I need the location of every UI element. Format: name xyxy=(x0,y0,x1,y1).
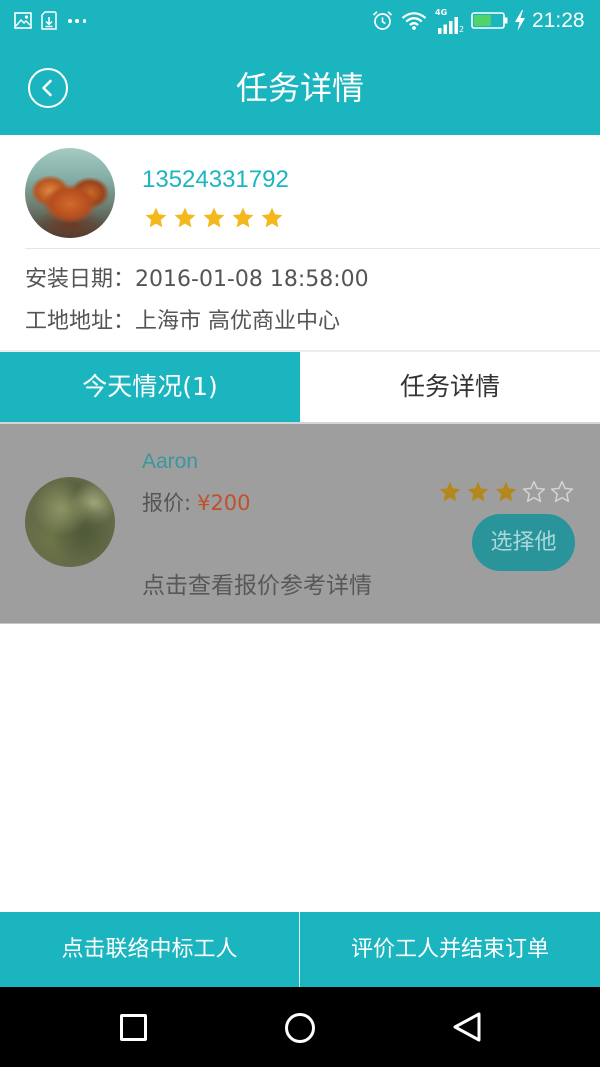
signal-bars-icon xyxy=(438,17,458,34)
status-bar: 4G 2 21:28 xyxy=(0,0,600,42)
client-avatar xyxy=(25,148,115,238)
tab-bar: 今天情况(1) 任务详情 xyxy=(0,352,600,424)
star-filled-icon xyxy=(174,207,196,228)
system-nav-bar xyxy=(0,987,600,1067)
quote-details-link[interactable]: 点击查看报价参考详情 xyxy=(142,571,372,601)
worker-price-row: 报价: ¥200 xyxy=(142,490,251,516)
select-worker-button[interactable]: 选择他 xyxy=(472,514,575,571)
tab-task-details[interactable]: 任务详情 xyxy=(300,352,600,422)
worker-rating-stars xyxy=(438,480,574,504)
client-info-section: 13524331792 安装日期：2016-01-08 18:58:00 工地地… xyxy=(0,135,600,352)
install-date-value: 2016-01-08 18:58:00 xyxy=(135,267,369,292)
chevron-left-icon xyxy=(42,79,52,97)
star-empty-icon xyxy=(522,480,546,503)
install-date-label: 安装日期： xyxy=(25,267,136,292)
worker-avatar[interactable] xyxy=(25,477,115,567)
status-time: 21:28 xyxy=(532,9,585,32)
price-value: ¥200 xyxy=(197,491,251,515)
battery-level-fill xyxy=(474,15,491,26)
sd-card-download-icon xyxy=(41,11,57,30)
client-rating-stars xyxy=(144,205,284,231)
back-button[interactable] xyxy=(28,68,68,108)
install-date-row: 安装日期：2016-01-08 18:58:00 xyxy=(25,266,369,294)
star-filled-icon xyxy=(467,481,489,502)
back-triangle-icon[interactable] xyxy=(451,1011,483,1043)
more-notifications-icon xyxy=(68,19,86,23)
site-address-row: 工地地址：上海市 高优商业中心 xyxy=(25,308,340,336)
star-filled-icon xyxy=(495,481,517,502)
star-empty-icon xyxy=(550,480,574,503)
recent-apps-square-icon[interactable] xyxy=(120,1014,147,1041)
sim-slot-label: 2 xyxy=(459,25,465,34)
site-address-label: 工地地址： xyxy=(25,309,136,334)
star-filled-icon xyxy=(232,207,254,228)
star-filled-icon xyxy=(439,481,461,502)
alarm-clock-icon xyxy=(372,11,393,30)
battery-icon xyxy=(471,12,508,29)
star-filled-icon xyxy=(261,207,283,228)
worker-name: Aaron xyxy=(142,450,199,473)
price-label: 报价: xyxy=(142,491,192,515)
worker-list-item[interactable]: Aaron 报价: ¥200 选择他 点击查看报价参考详情 xyxy=(0,424,600,624)
tab-today-status[interactable]: 今天情况(1) xyxy=(0,352,300,422)
client-phone[interactable]: 13524331792 xyxy=(142,166,289,194)
star-filled-icon xyxy=(145,207,167,228)
site-address-value: 上海市 高优商业中心 xyxy=(135,309,341,334)
charging-bolt-icon xyxy=(515,10,525,31)
page-title: 任务详情 xyxy=(235,69,364,107)
home-circle-icon[interactable] xyxy=(285,1013,315,1043)
info-divider xyxy=(25,248,600,249)
footer-action-bar: 点击联络中标工人 评价工人并结束订单 xyxy=(0,912,600,987)
rate-and-finish-order-button[interactable]: 评价工人并结束订单 xyxy=(300,912,600,987)
wifi-icon xyxy=(401,12,427,30)
app-header: 任务详情 xyxy=(0,42,600,135)
image-icon xyxy=(14,12,32,29)
star-filled-icon xyxy=(203,207,225,228)
cellular-signal-icon: 4G 2 xyxy=(434,8,466,36)
contact-winning-worker-button[interactable]: 点击联络中标工人 xyxy=(0,912,299,987)
